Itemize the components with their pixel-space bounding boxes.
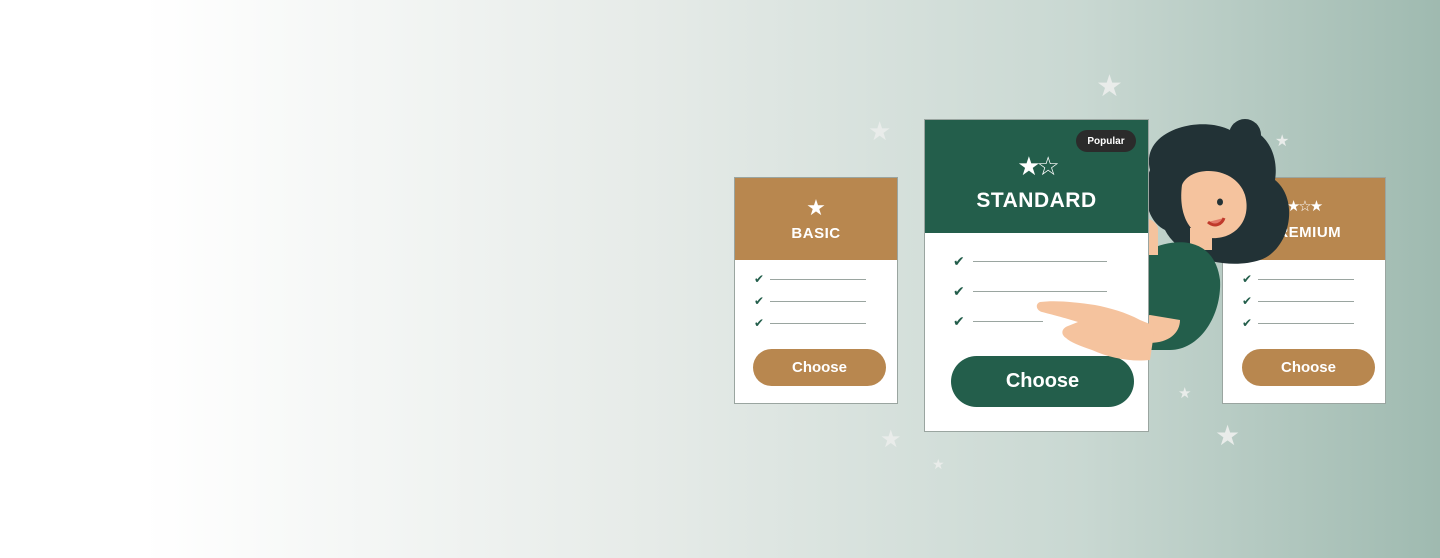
plan-card-basic: ★ BASIC ✔ ✔ ✔ Choose bbox=[734, 177, 898, 404]
feature-row: ✔ bbox=[953, 253, 1107, 270]
star-icon: ★ bbox=[806, 194, 826, 220]
feature-placeholder-line bbox=[770, 322, 867, 324]
check-icon: ✔ bbox=[754, 316, 765, 330]
feature-row: ✔ bbox=[754, 272, 867, 286]
plan-header-basic: ★ BASIC bbox=[735, 178, 897, 260]
check-icon: ✔ bbox=[953, 313, 965, 329]
feature-row: ✔ bbox=[754, 294, 867, 308]
feature-placeholder-line bbox=[770, 278, 867, 280]
decorative-star-icon: ★ bbox=[932, 456, 945, 472]
check-icon: ✔ bbox=[953, 283, 965, 299]
plan-title-basic: BASIC bbox=[791, 224, 841, 242]
decorative-star-icon: ★ bbox=[1096, 70, 1123, 103]
decorative-star-icon: ★ bbox=[868, 116, 892, 146]
check-icon: ✔ bbox=[754, 294, 765, 308]
plan-title-standard: STANDARD bbox=[976, 188, 1097, 212]
check-icon: ✔ bbox=[754, 272, 765, 286]
feature-placeholder-line bbox=[770, 300, 867, 302]
decorative-star-icon: ★ bbox=[880, 426, 902, 453]
plan-card-standard: ★☆ STANDARD Popular ✔ ✔ ✔ Choose bbox=[924, 119, 1149, 432]
feature-placeholder-line bbox=[972, 261, 1107, 262]
pointing-hand-illustration bbox=[1036, 301, 1155, 361]
choose-button-basic[interactable]: Choose bbox=[753, 349, 886, 386]
popular-badge: Popular bbox=[1076, 130, 1136, 152]
feature-row: ✔ bbox=[754, 316, 867, 330]
decorative-star-icon: ★ bbox=[1215, 420, 1241, 451]
check-icon: ✔ bbox=[953, 253, 965, 269]
two-stars-icon: ★☆ bbox=[1017, 150, 1060, 181]
